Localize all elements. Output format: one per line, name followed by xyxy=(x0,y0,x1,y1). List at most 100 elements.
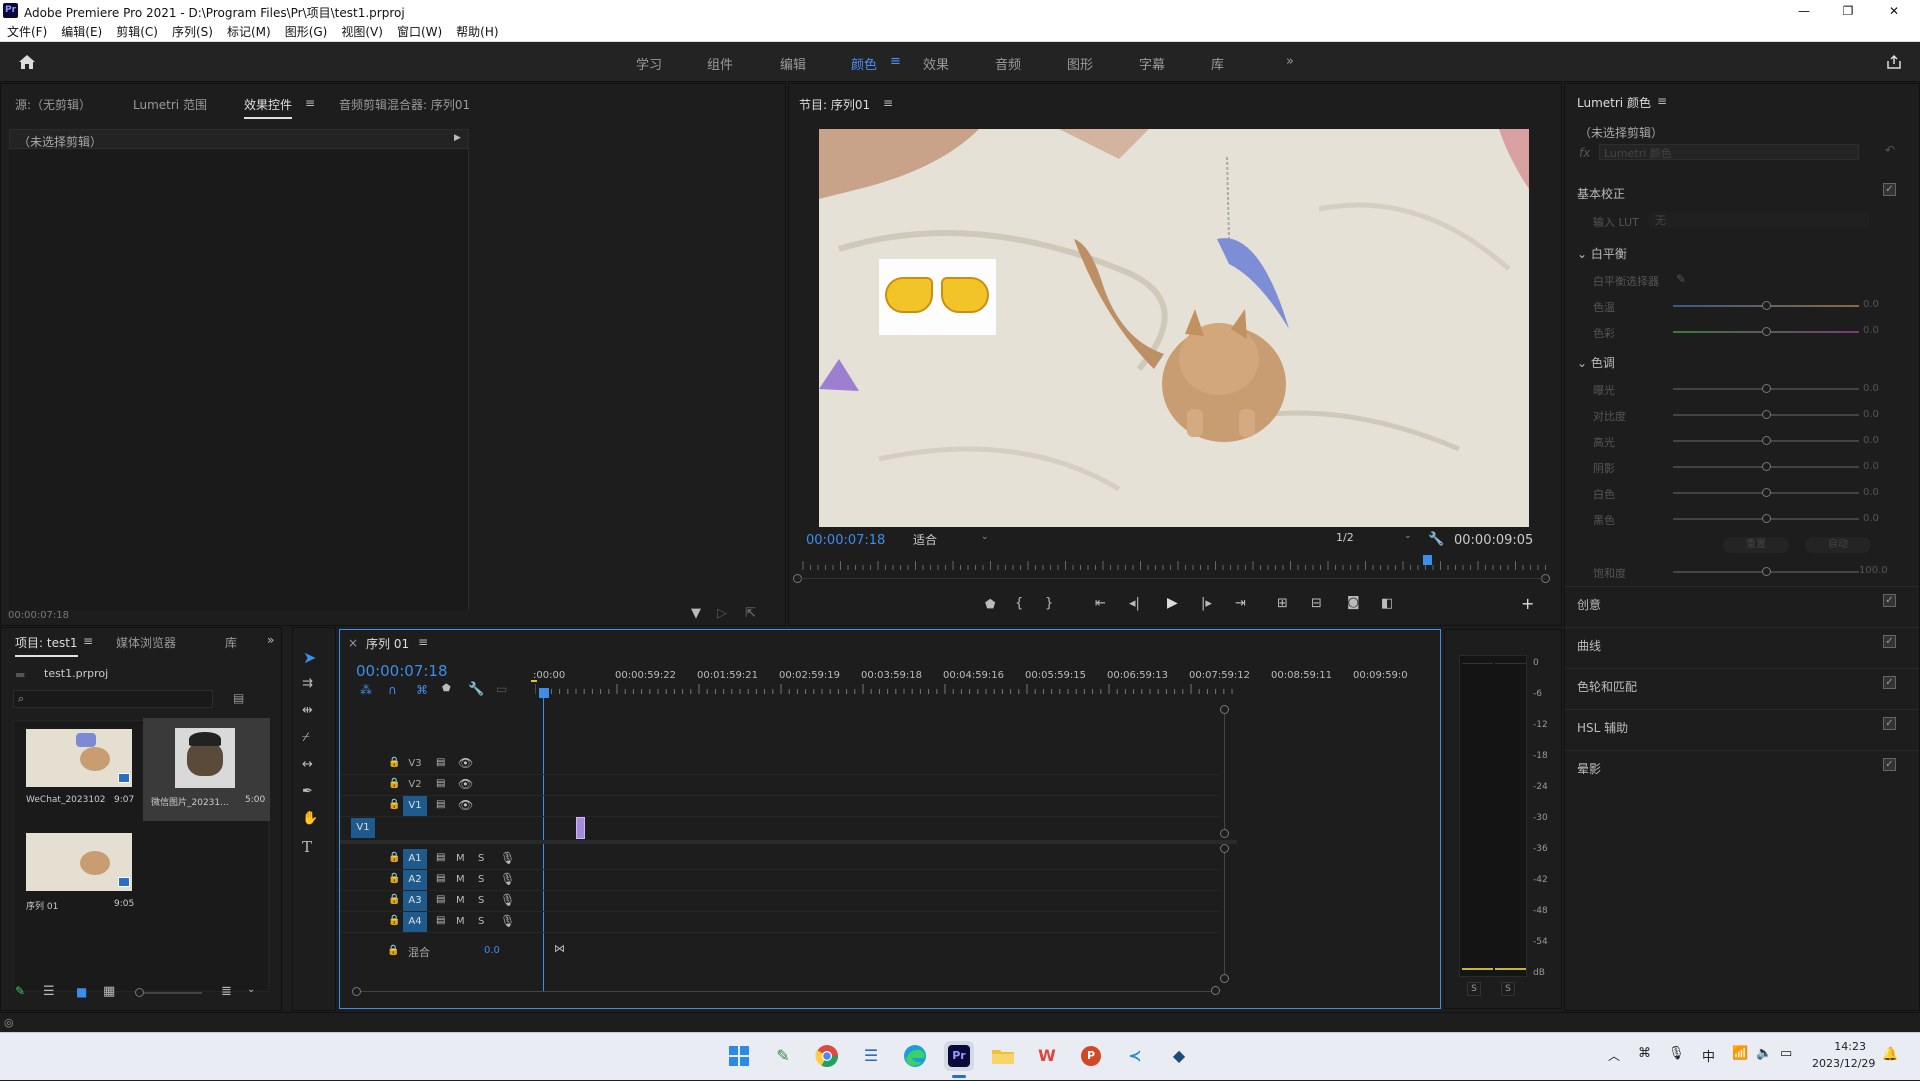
workspace-learn[interactable]: 学习 xyxy=(636,54,662,73)
solo-left-button[interactable]: S xyxy=(1467,982,1481,996)
tone-row-value[interactable]: 0.0 xyxy=(1863,513,1879,524)
source-patch-v1[interactable]: V1 xyxy=(351,818,375,838)
tone-row-value[interactable]: 0.0 xyxy=(1863,435,1879,446)
workspace-effects[interactable]: 效果 xyxy=(923,54,949,73)
volume-icon[interactable]: 🔈 xyxy=(1756,1046,1772,1061)
audio-track[interactable]: 🔒 A4 ▤ M S 🎙 xyxy=(340,912,1220,933)
track-mute-button[interactable]: M xyxy=(456,874,465,885)
track-output-icon[interactable]: ▤ xyxy=(436,778,445,789)
timeline-timecode[interactable]: 00:00:07:18 xyxy=(356,662,448,680)
track-target[interactable]: A2 xyxy=(403,870,427,890)
notification-bell-icon[interactable]: 🔔 xyxy=(1882,1047,1898,1062)
menu-clip[interactable]: 剪辑(C) xyxy=(109,22,165,42)
video-track[interactable]: 🔒 V2 ▤ 👁 xyxy=(340,775,1220,796)
terminal-app-icon[interactable]: ◆ xyxy=(1164,1041,1194,1071)
premiere-app-icon[interactable]: Pr xyxy=(944,1041,974,1071)
timeline-tab[interactable]: 序列 01 xyxy=(366,635,409,652)
timeline-close-icon[interactable]: × xyxy=(348,636,358,650)
track-voiceover-mic-icon[interactable]: 🎙 xyxy=(500,914,515,928)
tint-value[interactable]: 0.0 xyxy=(1863,325,1879,336)
timeline-ruler[interactable]: :00:00 00:00:59:22 00:01:59:21 00:02:59:19 0… xyxy=(533,668,1408,694)
ime-indicator[interactable]: 中 xyxy=(1702,1046,1715,1065)
lift-icon[interactable]: ⊞ xyxy=(1277,596,1288,611)
track-mute-button[interactable]: M xyxy=(456,895,465,906)
tab-source[interactable]: 源:（无剪辑） xyxy=(15,96,91,113)
resolution-dropdown[interactable]: 1/2 ⌄ xyxy=(1336,531,1416,549)
white-balance-header[interactable]: ⌄ 白平衡 xyxy=(1577,245,1627,262)
input-lut-dropdown[interactable]: 无 xyxy=(1649,212,1869,228)
lumetri-section-header[interactable]: HSL 辅助 xyxy=(1577,719,1628,736)
lumetri-section-checkbox[interactable]: ✓ xyxy=(1883,717,1896,730)
track-lock-icon[interactable]: 🔒 xyxy=(388,894,400,905)
sort-icon[interactable]: ≣ xyxy=(221,984,232,999)
menu-edit[interactable]: 编辑(E) xyxy=(54,22,109,42)
temperature-value[interactable]: 0.0 xyxy=(1863,299,1879,310)
tab-effect-controls[interactable]: 效果控件 xyxy=(244,96,293,119)
track-output-icon[interactable]: ▤ xyxy=(436,799,445,810)
slip-tool-icon[interactable]: ↔ xyxy=(302,757,313,772)
mark-out-icon[interactable]: } xyxy=(1045,596,1053,611)
video-scrollbar[interactable] xyxy=(1224,714,1225,829)
tone-header[interactable]: ⌄ 色调 xyxy=(1577,354,1615,371)
captions-icon[interactable]: ▭ xyxy=(496,682,507,696)
tint-knob[interactable] xyxy=(1762,327,1771,336)
temperature-knob[interactable] xyxy=(1762,301,1771,310)
project-more-icon[interactable]: » xyxy=(267,633,274,647)
workspace-libraries[interactable]: 库 xyxy=(1211,54,1224,73)
track-target[interactable]: V2 xyxy=(403,775,427,795)
go-to-out-icon[interactable]: ⇥ xyxy=(1235,596,1246,611)
freeform-view-icon[interactable]: ▦ xyxy=(103,984,115,999)
workspace-audio[interactable]: 音频 xyxy=(995,54,1021,73)
more-workspaces-icon[interactable]: » xyxy=(1286,54,1294,69)
comparison-view-icon[interactable]: ◧ xyxy=(1381,596,1393,611)
tone-row-knob[interactable] xyxy=(1762,488,1771,497)
tone-auto-button[interactable]: 自动 xyxy=(1805,537,1871,553)
section-basic-correction[interactable]: 基本校正 xyxy=(1577,185,1625,202)
workspace-editing[interactable]: 编辑 xyxy=(780,54,806,73)
track-eye-icon[interactable]: 👁 xyxy=(458,777,473,791)
av-divider[interactable] xyxy=(340,840,1237,844)
menu-window[interactable]: 窗口(W) xyxy=(390,22,449,42)
icon-view-icon[interactable]: ■ xyxy=(76,985,87,999)
video-scroll-top[interactable] xyxy=(1220,705,1229,714)
tab-audio-clip-mixer[interactable]: 音频剪辑混合器: 序列01 xyxy=(339,96,470,113)
workspace-captions[interactable]: 字幕 xyxy=(1139,54,1165,73)
workspace-menu-icon[interactable]: ≡ xyxy=(890,54,901,69)
audio-track[interactable]: 🔒 A1 ▤ M S 🎙 xyxy=(340,849,1220,870)
timeline-playhead-head[interactable] xyxy=(539,688,549,698)
add-marker-icon[interactable]: ⬟ xyxy=(985,597,995,611)
track-target[interactable]: A3 xyxy=(403,891,427,911)
thumbnail-zoom-slider[interactable] xyxy=(144,992,202,994)
program-menu-icon[interactable]: ≡ xyxy=(883,96,893,110)
project-item[interactable]: WeChat_2023102... 9:07 xyxy=(14,721,138,821)
track-lock-icon[interactable]: 🔒 xyxy=(388,915,400,926)
track-lock-icon[interactable]: 🔒 xyxy=(388,757,400,768)
notes-app-icon[interactable]: ☰ xyxy=(856,1041,886,1071)
tone-row-value[interactable]: 0.0 xyxy=(1863,383,1879,394)
step-forward-icon[interactable]: |▸ xyxy=(1201,596,1212,611)
solo-right-button[interactable]: S xyxy=(1501,982,1515,996)
export-frame-camera-icon[interactable]: ◙ xyxy=(1347,595,1360,610)
audio-scroll-top[interactable] xyxy=(1220,844,1229,853)
ripple-edit-tool-icon[interactable]: ⇹ xyxy=(302,703,313,718)
lumetri-section-header[interactable]: 曲线 xyxy=(1577,637,1601,654)
lumetri-section-header[interactable]: 创意 xyxy=(1577,596,1601,613)
pen-tool-icon[interactable]: ✒ xyxy=(302,784,313,799)
tab-lumetri-scopes[interactable]: Lumetri 范围 xyxy=(133,96,207,113)
audio-scroll-bottom[interactable] xyxy=(1220,974,1229,983)
extract-icon[interactable]: ⊟ xyxy=(1311,596,1322,611)
project-search-input[interactable]: ⌕ xyxy=(13,690,213,708)
project-item-selected[interactable]: 微信图片_20231... 5:00 xyxy=(143,718,270,821)
workspace-graphics[interactable]: 图形 xyxy=(1067,54,1093,73)
panel-menu-icon[interactable]: ≡ xyxy=(305,96,315,110)
menu-sequence[interactable]: 序列(S) xyxy=(165,22,220,42)
pencil-icon[interactable]: ✎ xyxy=(15,984,25,998)
menu-file[interactable]: 文件(F) xyxy=(0,22,54,42)
tone-row-knob[interactable] xyxy=(1762,514,1771,523)
insert-nest-icon[interactable]: ⁂ xyxy=(360,683,372,697)
minimize-button[interactable]: — xyxy=(1782,0,1826,22)
menu-graphics[interactable]: 图形(G) xyxy=(278,22,335,42)
workspace-assembly[interactable]: 组件 xyxy=(707,54,733,73)
wrench-icon[interactable]: 🔧 xyxy=(1428,532,1444,547)
track-lock-icon[interactable]: 🔒 xyxy=(388,778,400,789)
